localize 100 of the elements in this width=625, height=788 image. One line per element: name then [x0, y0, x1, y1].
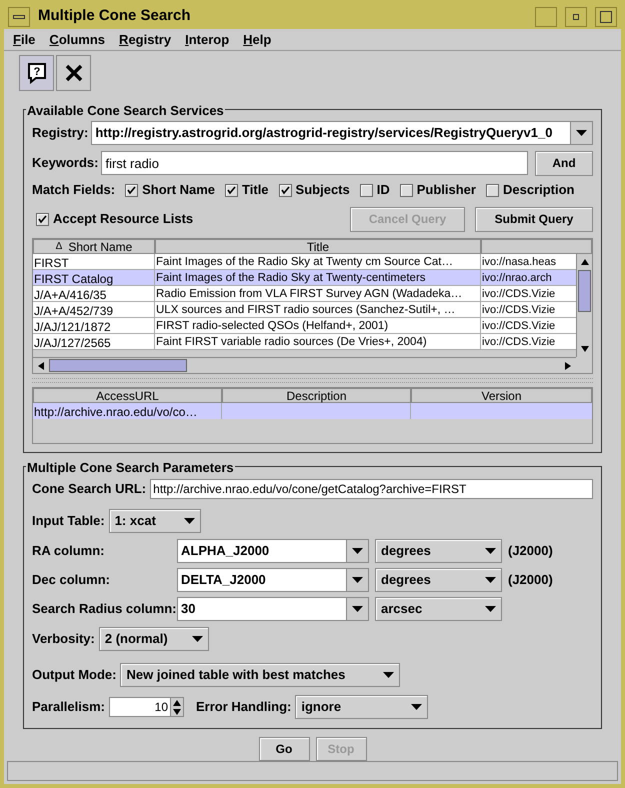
column-header[interactable]: AccessURL	[33, 388, 222, 403]
spin-down-icon	[173, 708, 181, 714]
checkbox[interactable]	[360, 184, 373, 196]
checkbox-label: Accept Resource Lists	[53, 210, 194, 228]
caret-icon	[192, 636, 203, 642]
field-label: Verbosity:	[32, 630, 95, 648]
menu-item[interactable]: Interop	[185, 30, 230, 50]
input-table-combo[interactable]: 1: xcat	[108, 509, 201, 533]
table-cell-text: ivo://nrao.arch	[481, 271, 553, 285]
column-combo[interactable]: ALPHA_J2000	[177, 539, 369, 563]
horizontal-scrollbar[interactable]	[33, 357, 576, 373]
caret-icon	[352, 606, 363, 612]
output-mode-combo[interactable]: New joined table with best matches	[120, 663, 400, 687]
checkbox[interactable]	[486, 184, 499, 196]
checkbox[interactable]	[225, 184, 238, 196]
unit-combo[interactable]: degrees	[375, 568, 502, 592]
column-header[interactable]: Δ Short Name	[33, 239, 155, 254]
parallelism-spinner[interactable]: 10	[109, 697, 184, 717]
table-row[interactable]: http://archive.nrao.edu/vo/co…	[33, 403, 592, 419]
help-icon: ?	[26, 62, 46, 84]
submit-query-button[interactable]: Submit Query	[475, 206, 593, 232]
caret-icon	[485, 606, 496, 612]
table-row[interactable]: J/AJ/121/1872 FIRST radio-selected QSOs (Helfand+, 2001) ivo://CDS.Vizie	[33, 318, 576, 334]
table-cell-text: ivo://CDS.Vizie	[481, 335, 556, 349]
column-header-label: Short Name	[68, 239, 132, 256]
table-cell: http://archive.nrao.edu/vo/co…	[33, 403, 222, 419]
scroll-right-icon	[565, 362, 571, 370]
checkbox-label: Short Name	[142, 181, 216, 200]
checkbox-label: Subjects	[296, 181, 350, 200]
and-button[interactable]: And	[535, 150, 593, 176]
keywords-field[interactable]: first radio	[101, 151, 528, 175]
unit-combo[interactable]: arcsec	[375, 597, 502, 621]
field-label: Cone Search URL:	[32, 480, 146, 498]
window-menu-icon[interactable]	[8, 6, 30, 26]
checkbox[interactable]	[125, 184, 138, 196]
table-cell: J/AJ/121/1872	[33, 318, 155, 333]
field-label: Search Radius column:	[32, 600, 177, 618]
url-field[interactable]: http://archive.nrao.edu/vo/cone/getCatalog?archive=FIRST	[150, 479, 593, 499]
table-cell-text: ivo://CDS.Vizie	[481, 319, 556, 333]
column-header[interactable]: Description	[222, 388, 411, 403]
table-cell: J/AJ/127/2565	[33, 334, 155, 349]
registry-combo[interactable]: http://registry.astrogrid.org/astrogrid-registry/services/RegistryQueryv1_0	[91, 121, 593, 145]
field-label: RA column:	[32, 542, 106, 560]
table-cell: FIRST Catalog	[33, 270, 155, 285]
table-cell: ULX sources and FIRST radio sources (Sanchez-Sutil+, …	[155, 302, 481, 317]
field-label: Parallelism:	[32, 698, 105, 716]
close-icon[interactable]	[595, 6, 617, 26]
caret-icon	[485, 548, 496, 554]
action-button[interactable]: Go	[258, 737, 310, 761]
caret-icon	[352, 548, 363, 554]
column-header[interactable]: Title	[155, 239, 481, 254]
vertical-scrollbar[interactable]	[576, 254, 592, 357]
caret-icon	[576, 130, 587, 136]
menu-item[interactable]: Columns	[49, 30, 106, 50]
checkbox[interactable]	[278, 184, 292, 196]
field-label: Input Table:	[32, 512, 105, 530]
maximize-icon[interactable]	[565, 6, 587, 26]
help-button[interactable]: ?	[19, 55, 54, 91]
table-cell: J/A+A/452/739	[33, 302, 155, 317]
coordinate-note: (J2000)	[508, 571, 553, 590]
table-cell: Faint Images of the Radio Sky at Twenty cm Source Cat…	[155, 254, 481, 269]
coordinate-note: (J2000)	[508, 542, 553, 560]
table-row[interactable]: J/A+A/452/739 ULX sources and FIRST radio sources (Sanchez-Sutil+, … ivo://CDS.Vizie	[33, 302, 576, 318]
table-row[interactable]: FIRST Faint Images of the Radio Sky at Twenty cm Source Cat… ivo://nasa.heas	[33, 254, 576, 270]
scroll-down-icon	[580, 346, 588, 352]
menu-item[interactable]: Registry	[119, 30, 172, 50]
verbosity-combo[interactable]: 2 (normal)	[98, 627, 209, 651]
error-handling-combo[interactable]: ignore	[295, 695, 428, 719]
window-title: Multiple Cone Search	[38, 6, 192, 26]
caret-icon	[485, 577, 496, 583]
column-header[interactable]: Version	[411, 388, 592, 403]
table-cell-text: ivo://CDS.Vizie	[481, 303, 556, 317]
checkbox[interactable]	[400, 184, 413, 196]
scrollbar-thumb[interactable]	[578, 270, 591, 312]
menu-item[interactable]: File	[13, 30, 36, 50]
checkbox[interactable]	[36, 212, 49, 226]
table-cell-text: ivo://nasa.heas	[481, 255, 557, 269]
checkbox-label: Description	[502, 181, 574, 200]
close-button[interactable]	[56, 55, 91, 91]
column-combo[interactable]: DELTA_J2000	[177, 568, 369, 592]
field-label: Registry:	[32, 124, 88, 142]
table-row[interactable]: J/A+A/416/35 Radio Emission from VLA FIRST Survey AGN (Wadadeka… ivo://CDS.Vizie	[33, 286, 576, 302]
menu-item[interactable]: Help	[243, 30, 272, 50]
table-row[interactable]: FIRST Catalog Faint Images of the Radio Sky at Twenty-centimeters ivo://nrao.arch	[33, 270, 576, 286]
field-label: Output Mode:	[32, 666, 116, 684]
table-cell: Radio Emission from VLA FIRST Survey AGN (Wadadeka…	[155, 286, 481, 301]
field-label: Dec column:	[32, 571, 112, 590]
table-cell: FIRST radio-selected QSOs (Helfand+, 2001)	[155, 318, 481, 333]
field-label: Match Fields:	[32, 181, 116, 200]
scrollbar-thumb[interactable]	[49, 359, 187, 372]
column-combo[interactable]: 30	[177, 597, 369, 621]
checkbox-label: Publisher	[416, 181, 476, 200]
table-row[interactable]: J/AJ/127/2565 Faint FIRST variable radio sources (De Vries+, 2004) ivo://CDS.Vizie	[33, 334, 576, 350]
caret-icon	[411, 704, 422, 710]
scroll-up-icon	[580, 259, 588, 265]
unit-combo[interactable]: degrees	[375, 539, 502, 563]
field-label: Error Handling:	[196, 698, 292, 716]
table-cell: Faint Images of the Radio Sky at Twenty-centimeters	[155, 270, 481, 285]
spin-up-icon	[173, 700, 181, 706]
scroll-left-icon	[38, 362, 44, 370]
